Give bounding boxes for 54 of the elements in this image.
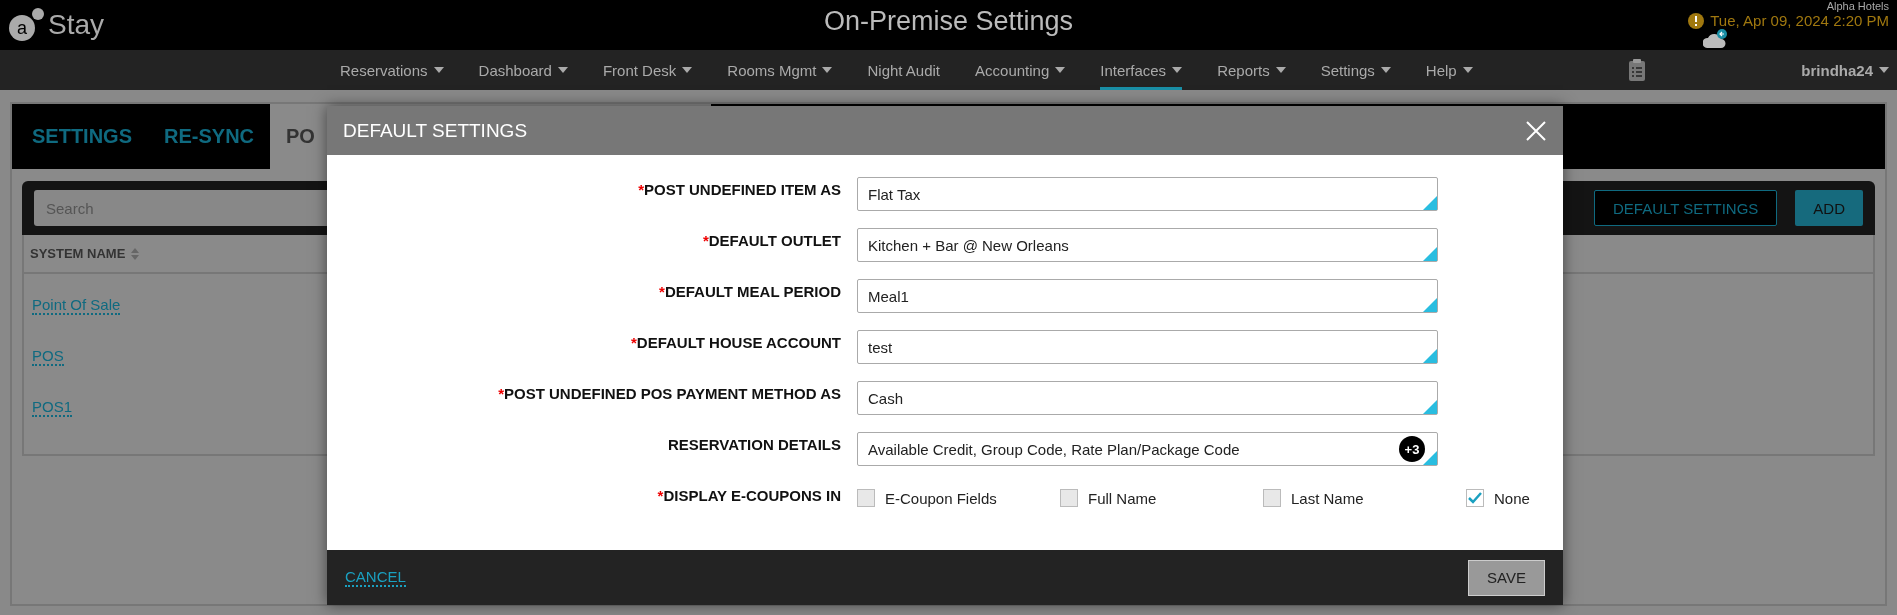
save-button[interactable]: SAVE bbox=[1468, 559, 1545, 596]
cancel-link[interactable]: CANCEL bbox=[345, 568, 406, 587]
logo-text: Stay bbox=[48, 9, 105, 41]
field-label: RESERVATION DETAILS bbox=[666, 435, 841, 453]
select-field[interactable]: Cash bbox=[857, 381, 1438, 415]
checkbox[interactable] bbox=[1263, 489, 1281, 507]
nav-menu-item[interactable]: Reservations bbox=[340, 50, 444, 90]
select-field[interactable]: Available Credit, Group Code, Rate Plan/Package Code +3 bbox=[857, 432, 1438, 466]
checkbox-label: E-Coupon Fields bbox=[885, 489, 997, 507]
action-button[interactable]: DEFAULT SETTINGS bbox=[1594, 190, 1778, 226]
nav-menu-item[interactable]: Front Desk bbox=[602, 50, 693, 90]
dropdown-corner-icon bbox=[1423, 451, 1437, 465]
field-label: *DEFAULT OUTLET bbox=[701, 231, 841, 249]
date-time: Tue, Apr 09, 2024 2:20 PM bbox=[1710, 12, 1889, 29]
nav-menu-item[interactable]: Accounting bbox=[975, 50, 1066, 90]
page-title: On-Premise Settings bbox=[823, 6, 1074, 37]
close-button[interactable] bbox=[1525, 119, 1547, 142]
alert-icon bbox=[1688, 12, 1705, 29]
field-label: *DEFAULT MEAL PERIOD bbox=[658, 282, 841, 300]
dropdown-corner-icon bbox=[1423, 298, 1437, 312]
nav-menu-item[interactable]: Night Audit bbox=[867, 50, 941, 90]
field-label: *POST UNDEFINED ITEM AS bbox=[637, 180, 841, 198]
select-field[interactable]: Flat Tax bbox=[857, 177, 1438, 211]
nav-menu-item[interactable]: Reports bbox=[1217, 50, 1286, 90]
caret-icon bbox=[1879, 67, 1889, 73]
dropdown-corner-icon bbox=[1423, 196, 1437, 210]
checkbox[interactable] bbox=[1060, 489, 1078, 507]
sort-icon[interactable] bbox=[131, 246, 140, 261]
dropdown-corner-icon bbox=[1423, 247, 1437, 261]
nav-menu-item[interactable]: Settings bbox=[1320, 50, 1391, 90]
select-field[interactable]: Meal1 bbox=[857, 279, 1438, 313]
user-menu[interactable]: brindha24 bbox=[1801, 61, 1889, 79]
checkbox-label: None bbox=[1494, 489, 1530, 507]
field-label: *DEFAULT HOUSE ACCOUNT bbox=[630, 333, 841, 351]
checkbox[interactable] bbox=[857, 489, 875, 507]
nav-menu-item[interactable]: Rooms Mgmt bbox=[727, 50, 833, 90]
checkbox-label: Last Name bbox=[1291, 489, 1364, 507]
hotel-name: Alpha Hotels bbox=[1826, 0, 1889, 12]
field-label: *POST UNDEFINED POS PAYMENT METHOD AS bbox=[497, 384, 841, 402]
select-field[interactable]: test bbox=[857, 330, 1438, 364]
nav-menu-item[interactable]: Help bbox=[1425, 50, 1473, 90]
tab[interactable]: PO bbox=[270, 104, 331, 169]
cloud-sync-icon[interactable] bbox=[1703, 29, 1729, 49]
clipboard-icon[interactable] bbox=[1627, 58, 1646, 82]
count-badge: +3 bbox=[1399, 436, 1425, 462]
select-field[interactable]: Kitchen + Bar @ New Orleans bbox=[857, 228, 1438, 262]
dropdown-corner-icon bbox=[1423, 400, 1437, 414]
checkbox-label: Full Name bbox=[1088, 489, 1157, 507]
field-label: *DISPLAY E-COUPONS IN bbox=[656, 486, 841, 504]
dialog-title: DEFAULT SETTINGS bbox=[343, 119, 528, 142]
dropdown-corner-icon bbox=[1423, 349, 1437, 363]
column-header[interactable]: SYSTEM NAME bbox=[30, 246, 126, 261]
checkbox[interactable] bbox=[1466, 489, 1484, 507]
nav-menu-item[interactable]: Dashboard bbox=[478, 50, 568, 90]
